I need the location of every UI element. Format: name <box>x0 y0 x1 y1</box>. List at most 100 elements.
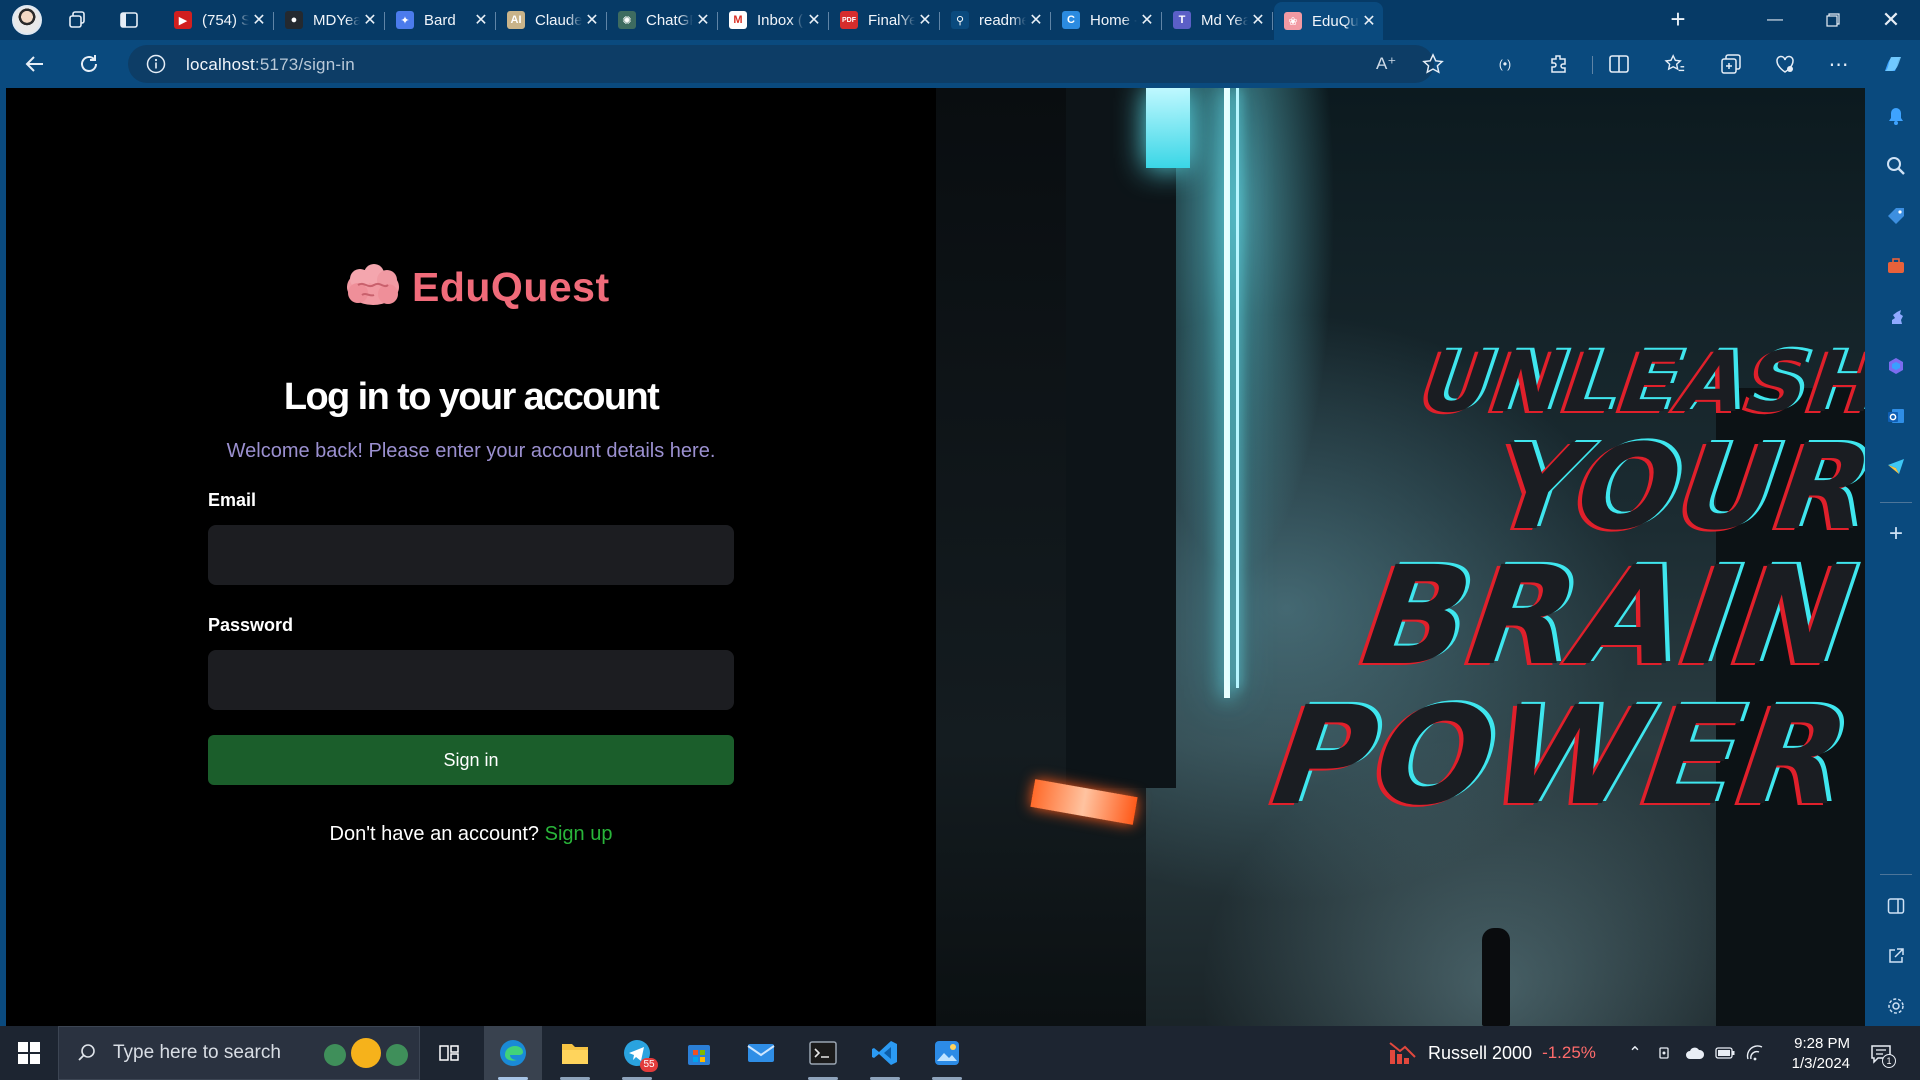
workspaces-icon[interactable] <box>64 8 90 32</box>
close-tab-icon[interactable]: ✕ <box>360 10 380 30</box>
address-bar[interactable]: localhost:5173/sign-in A⁺ <box>128 45 1444 83</box>
refresh-button[interactable] <box>74 50 104 78</box>
site-info-icon[interactable] <box>146 54 166 79</box>
tools-briefcase-icon[interactable] <box>1884 254 1908 278</box>
browser-tab[interactable]: T Md Year✕ <box>1163 4 1273 36</box>
more-options-icon[interactable]: ⋯ <box>1824 50 1854 78</box>
sign-up-link[interactable]: Sign up <box>545 823 613 845</box>
tab-title: Md Year <box>1201 11 1248 29</box>
shopping-tag-icon[interactable] <box>1884 204 1908 228</box>
browser-tab[interactable]: ⚲ readme ✕ <box>941 4 1051 36</box>
browser-tab[interactable]: ❀ EduQue✕ <box>1274 2 1383 40</box>
collections-icon[interactable] <box>1716 50 1746 78</box>
notification-count-badge: 1 <box>1882 1054 1896 1068</box>
close-tab-icon[interactable]: ✕ <box>1248 10 1268 30</box>
page-subtitle: Welcome back! Please enter your account … <box>226 440 716 462</box>
folder-icon <box>562 1044 588 1064</box>
clock-date: 1/3/2024 <box>1791 1055 1850 1072</box>
browser-tab[interactable]: M Inbox (1✕ <box>719 4 829 36</box>
sidebar-divider <box>1880 502 1912 503</box>
claude-icon: AI <box>507 11 525 29</box>
close-tab-icon[interactable]: ✕ <box>1137 10 1157 30</box>
meet-now-icon[interactable] <box>1654 1042 1676 1064</box>
taskbar-telegram[interactable]: 55 <box>608 1026 666 1080</box>
search-icon[interactable] <box>1884 154 1908 178</box>
wifi-icon[interactable] <box>1744 1042 1766 1064</box>
photos-icon <box>935 1041 959 1065</box>
outlook-icon[interactable] <box>1884 404 1908 428</box>
password-field[interactable] <box>208 650 734 710</box>
brand-name: EduQuest <box>412 263 610 310</box>
sign-in-button[interactable]: Sign in <box>208 735 734 785</box>
taskbar-photos[interactable] <box>918 1026 976 1080</box>
browser-tab[interactable]: ● MDYean✕ <box>275 4 385 36</box>
favorites-icon[interactable] <box>1660 50 1690 78</box>
tab-actions-icon[interactable] <box>116 8 142 32</box>
browser-tab[interactable]: ▶ (754) Su✕ <box>164 4 274 36</box>
back-button[interactable] <box>20 50 50 78</box>
browser-tab[interactable]: PDF FinalYea✕ <box>830 4 940 36</box>
edge-sidebar: + <box>1872 88 1920 1026</box>
add-sidebar-app-icon[interactable]: + <box>1884 520 1908 547</box>
taskbar-terminal[interactable] <box>794 1026 852 1080</box>
taskbar-file-explorer[interactable] <box>546 1026 604 1080</box>
new-tab-button[interactable]: + <box>1664 6 1692 34</box>
open-external-icon[interactable] <box>1884 944 1908 968</box>
microsoft-365-icon[interactable] <box>1884 354 1908 378</box>
telegram-badge: 55 <box>640 1058 658 1072</box>
onedrive-cloud-icon[interactable] <box>1684 1042 1706 1064</box>
taskbar-store[interactable] <box>670 1026 728 1080</box>
system-clock[interactable]: 9:28 PM 1/3/2024 <box>1770 1034 1850 1074</box>
hide-sidebar-icon[interactable] <box>1884 894 1908 918</box>
minimize-button[interactable]: — <box>1752 0 1798 40</box>
browser-tab[interactable]: ✦ Bard ✕ <box>386 4 496 36</box>
settings-gear-icon[interactable] <box>1884 994 1908 1018</box>
taskbar-search-box[interactable]: Type here to search <box>58 1026 420 1080</box>
extensions-icon[interactable] <box>1544 50 1574 78</box>
extension-radio-icon[interactable]: (•) <box>1490 50 1520 78</box>
email-label: Email <box>208 490 257 510</box>
close-tab-icon[interactable]: ✕ <box>582 10 602 30</box>
battery-icon[interactable] <box>1714 1042 1736 1064</box>
notifications-bell-icon[interactable] <box>1884 104 1908 128</box>
taskbar-edge-app[interactable] <box>484 1026 542 1080</box>
close-tab-icon[interactable]: ✕ <box>249 10 269 30</box>
close-tab-icon[interactable]: ✕ <box>1026 10 1046 30</box>
games-chess-icon[interactable] <box>1884 304 1908 328</box>
close-tab-icon[interactable]: ✕ <box>804 10 824 30</box>
signup-prompt: Don't have an account? Sign up <box>6 823 936 846</box>
stock-widget[interactable]: Russell 2000 -1.25% <box>1388 1026 1596 1080</box>
read-aloud-icon[interactable]: A⁺ <box>1376 54 1396 74</box>
show-hidden-icons-chevron-icon[interactable]: ⌃ <box>1624 1042 1646 1064</box>
teams-icon: T <box>1173 11 1191 29</box>
bard-icon: ✦ <box>396 11 414 29</box>
taskbar-vscode[interactable] <box>856 1026 914 1080</box>
browser-tab[interactable]: ✺ ChatGPT✕ <box>608 4 718 36</box>
email-field[interactable] <box>208 525 734 585</box>
windows-logo-icon <box>18 1042 40 1064</box>
close-window-button[interactable]: ✕ <box>1868 0 1914 40</box>
restore-button[interactable] <box>1810 0 1856 40</box>
url-text: localhost:5173/sign-in <box>186 55 355 75</box>
taskbar-mail[interactable] <box>732 1026 790 1080</box>
split-screen-icon[interactable] <box>1604 50 1634 78</box>
close-tab-icon[interactable]: ✕ <box>693 10 713 30</box>
start-button[interactable] <box>0 1026 58 1080</box>
terminal-icon <box>809 1041 837 1065</box>
close-tab-icon[interactable]: ✕ <box>1359 11 1379 31</box>
search-icon: ⚲ <box>951 11 969 29</box>
task-view-icon[interactable] <box>420 1026 478 1080</box>
brand-logo[interactable]: EduQuest <box>344 263 610 311</box>
close-tab-icon[interactable]: ✕ <box>915 10 935 30</box>
favorite-star-icon[interactable] <box>1422 53 1444 80</box>
browser-tab[interactable]: AI Claude ✕ <box>497 4 607 36</box>
profile-avatar[interactable] <box>12 5 42 35</box>
drop-send-icon[interactable] <box>1884 454 1908 478</box>
notification-center-icon[interactable]: 1 <box>1866 1040 1896 1068</box>
brain-icon: ❀ <box>1284 12 1302 30</box>
copilot-icon[interactable] <box>1878 50 1908 78</box>
close-tab-icon[interactable]: ✕ <box>471 10 491 30</box>
url-host: localhost <box>186 55 255 74</box>
browser-tab[interactable]: C Home - ✕ <box>1052 4 1162 36</box>
browser-essentials-icon[interactable] <box>1770 50 1800 78</box>
